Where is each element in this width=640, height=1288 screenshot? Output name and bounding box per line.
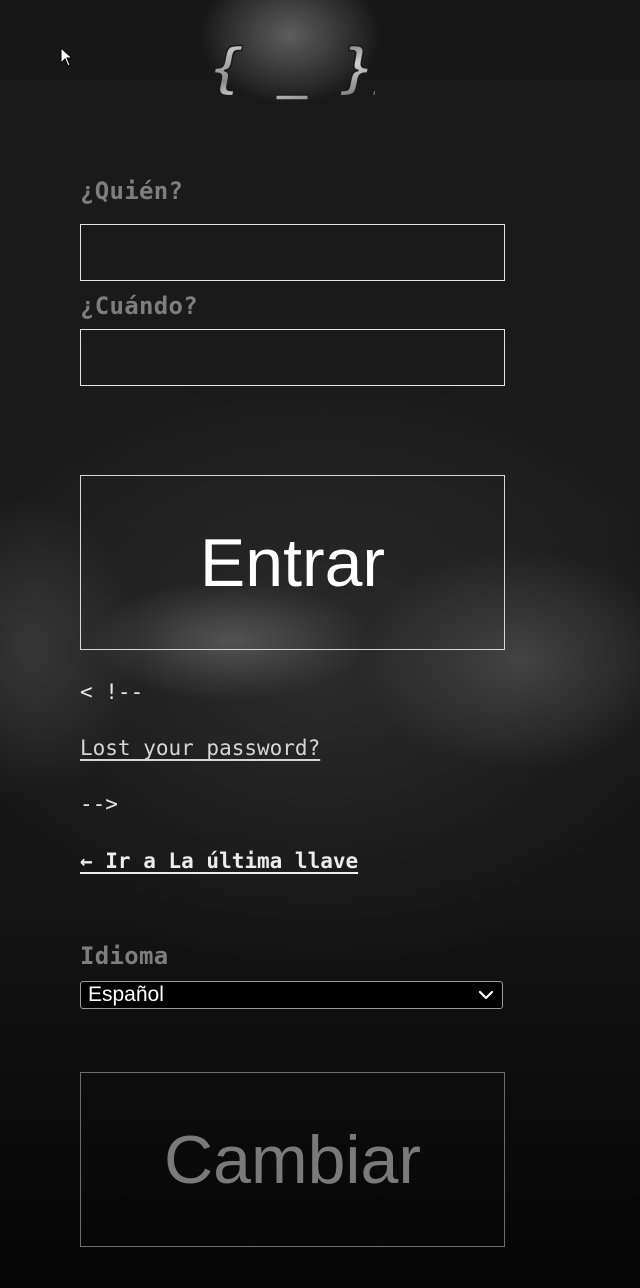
comment-open-text: < !--: [80, 680, 144, 704]
language-selected-value: Español: [88, 983, 164, 1006]
password-input[interactable]: [80, 329, 505, 386]
back-to-site-link[interactable]: ← Ir a La última llave: [80, 849, 358, 873]
login-button[interactable]: Entrar: [80, 475, 505, 650]
comment-close-text: -->: [80, 792, 118, 816]
logo-text: {{ _ }}: [210, 37, 375, 100]
mouse-cursor-icon: [60, 47, 74, 67]
username-label: ¿Quién?: [80, 177, 184, 205]
site-logo[interactable]: {{ _ }}: [210, 36, 375, 102]
password-label: ¿Cuándo?: [80, 292, 198, 320]
chevron-down-icon: [478, 990, 494, 1000]
language-label: Idioma: [80, 942, 169, 970]
change-language-button[interactable]: Cambiar: [80, 1072, 505, 1247]
username-input[interactable]: [80, 224, 505, 281]
language-select[interactable]: Español: [80, 981, 503, 1009]
lost-password-link[interactable]: Lost your password?: [80, 736, 320, 760]
